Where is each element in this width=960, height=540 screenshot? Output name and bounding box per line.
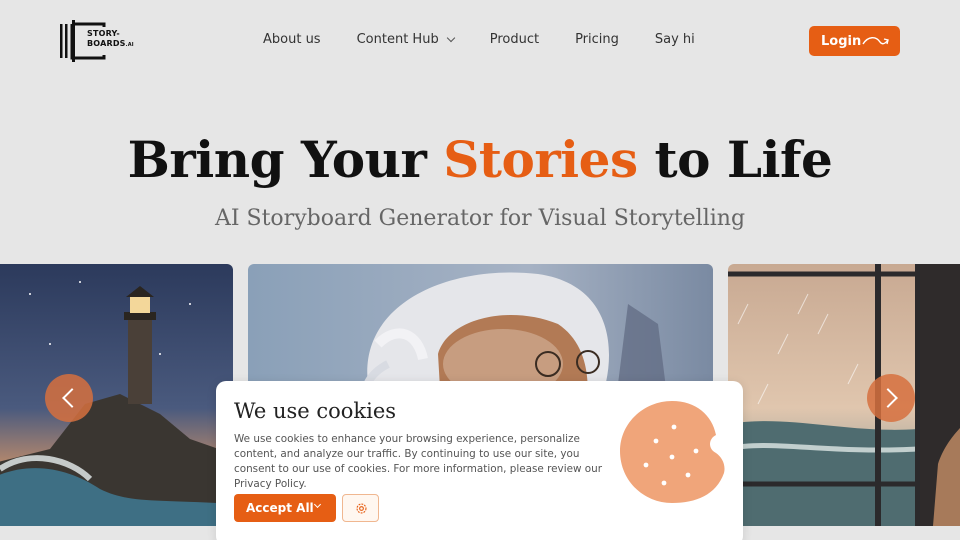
main-nav: About us Content Hub Product Pricing Say… — [263, 32, 695, 47]
nav-say-hi[interactable]: Say hi — [655, 32, 695, 47]
site-header: STORY- BOARDS.AI About us Content Hub Pr… — [0, 0, 960, 80]
hero-subtitle: AI Storyboard Generator for Visual Story… — [214, 206, 746, 231]
nav-about-us[interactable]: About us — [263, 32, 321, 47]
rainy-window-illustration — [728, 264, 960, 526]
chevron-down-icon — [313, 500, 322, 509]
logo-text: STORY- BOARDS.AI — [87, 29, 134, 50]
curved-arrow-icon — [862, 37, 889, 45]
accept-all-label: Accept All — [246, 501, 314, 515]
hero-title-accent: Stories — [443, 130, 638, 189]
cookie-settings-button[interactable] — [342, 494, 379, 522]
logo[interactable]: STORY- BOARDS.AI — [60, 20, 140, 62]
carousel-prev-button[interactable] — [45, 374, 93, 422]
logo-line1: STORY- — [87, 29, 120, 38]
nav-pricing[interactable]: Pricing — [575, 32, 619, 47]
nav-content-hub[interactable]: Content Hub — [356, 32, 455, 47]
cookie-banner: We use cookies We use cookies to enhance… — [216, 381, 743, 540]
carousel-next-button[interactable] — [867, 374, 915, 422]
hero-title-part2: to Life — [637, 130, 833, 189]
login-label: Login — [821, 33, 862, 49]
cookie-icon — [620, 401, 725, 503]
logo-suffix: .AI — [125, 42, 134, 48]
cookie-title: We use cookies — [234, 399, 397, 423]
accept-all-button[interactable]: Accept All — [234, 494, 336, 522]
hero-title-part1: Bring Your — [127, 130, 444, 189]
hero-title: Bring Your Stories to Life — [0, 130, 960, 189]
slide-rainy-window — [728, 264, 960, 526]
cookie-text: We use cookies to enhance your browsing … — [234, 433, 602, 490]
slide-lighthouse — [0, 264, 233, 526]
nav-content-hub-label: Content Hub — [356, 32, 439, 47]
login-button[interactable]: Login — [809, 26, 900, 56]
logo-line2: BOARDS — [87, 39, 126, 48]
chevron-down-icon — [446, 33, 455, 42]
nav-product[interactable]: Product — [490, 32, 539, 47]
gear-icon — [356, 503, 367, 514]
lighthouse-illustration — [0, 264, 233, 526]
